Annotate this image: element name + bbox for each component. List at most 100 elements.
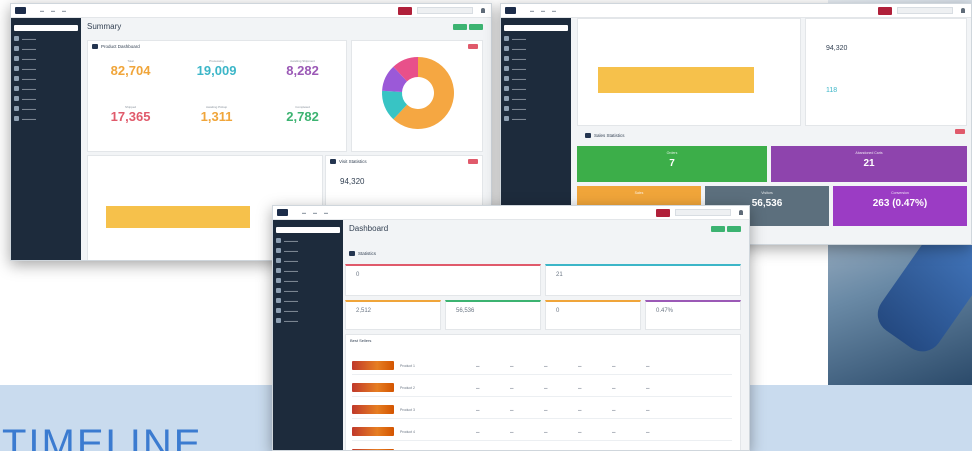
sidebar-item[interactable]: ▬▬▬▬ — [504, 66, 568, 71]
sidebar-item-label: ▬▬▬▬ — [512, 76, 526, 81]
sidebar-item[interactable]: ▬▬▬▬ — [14, 56, 78, 61]
stat-card[interactable]: 0 — [345, 264, 541, 296]
logo[interactable] — [277, 209, 288, 216]
sidebar-item[interactable]: ▬▬▬▬ — [14, 116, 78, 121]
user-menu[interactable] — [481, 8, 485, 13]
panel-header: Product Dashboard — [88, 41, 346, 52]
store-selector[interactable] — [417, 7, 473, 14]
store-select[interactable] — [14, 25, 78, 31]
sales-tile[interactable]: Orders 7 — [577, 146, 767, 182]
table-cell: ▬ — [646, 385, 650, 390]
nav-item[interactable]: ▬ — [40, 8, 44, 13]
main-content: Dashboard Statistics 0 21 2,512 56,536 0 0.47… — [343, 220, 749, 450]
sales-tile[interactable]: Abandoned Carts 21 — [771, 146, 967, 182]
stat-card[interactable]: 21 — [545, 264, 741, 296]
sidebar-item[interactable]: ▬▬▬▬ — [276, 268, 340, 273]
table-cell: ▬ — [612, 385, 616, 390]
sidebar-item[interactable]: ▬▬▬▬ — [504, 76, 568, 81]
sidebar-item[interactable]: ▬▬▬▬ — [276, 288, 340, 293]
panel-button[interactable] — [468, 159, 478, 164]
sidebar-item[interactable]: ▬▬▬▬ — [14, 106, 78, 111]
menu-icon — [14, 86, 19, 91]
list-title: Best Sellers — [350, 338, 372, 343]
sidebar-item[interactable]: ▬▬▬▬ — [276, 278, 340, 283]
flag-icon[interactable] — [656, 208, 670, 217]
table-cell: ▬ — [544, 363, 548, 368]
sidebar-item[interactable]: ▬▬▬▬ — [276, 248, 340, 253]
menu-icon — [276, 318, 281, 323]
sidebar-item[interactable]: ▬▬▬▬ — [276, 308, 340, 313]
table-cell: ▬ — [544, 429, 548, 434]
sidebar-item[interactable]: ▬▬▬▬ — [14, 36, 78, 41]
sidebar-item[interactable]: ▬▬▬▬ — [504, 96, 568, 101]
nav-item[interactable]: ▬ — [313, 210, 317, 215]
menu-icon — [14, 116, 19, 121]
sidebar-item[interactable]: ▬▬▬▬ — [276, 318, 340, 323]
flag-icon[interactable] — [398, 6, 412, 15]
table-row[interactable]: Product 3 ▬ ▬ ▬ ▬ ▬ ▬ — [352, 401, 732, 419]
table-row[interactable]: Product 2 ▬ ▬ ▬ ▬ ▬ ▬ — [352, 379, 732, 397]
stat-card[interactable]: 56,536 — [445, 300, 541, 330]
sidebar-item[interactable]: ▬▬▬▬ — [14, 86, 78, 91]
sales-tile[interactable]: Conversion 263 (0.47%) — [833, 186, 967, 226]
sidebar-item[interactable]: ▬▬▬▬ — [504, 106, 568, 111]
tile-label: Conversion — [891, 191, 909, 195]
flag-icon[interactable] — [878, 6, 892, 15]
user-menu[interactable] — [961, 8, 965, 13]
stat-card[interactable]: 2,512 — [345, 300, 441, 330]
user-menu[interactable] — [739, 210, 743, 215]
kpi-card[interactable]: Completed 2,782 — [260, 105, 345, 124]
sidebar-item[interactable]: ▬▬▬▬ — [504, 116, 568, 121]
sidebar-item[interactable]: ▬▬▬▬ — [14, 76, 78, 81]
sidebar-item[interactable]: ▬▬▬▬ — [276, 258, 340, 263]
sidebar-item-label: ▬▬▬▬ — [22, 46, 36, 51]
sidebar-item[interactable]: ▬▬▬▬ — [14, 66, 78, 71]
store-select[interactable] — [276, 227, 340, 233]
table-row[interactable]: Product 4 ▬ ▬ ▬ ▬ ▬ ▬ — [352, 423, 732, 441]
store-select[interactable] — [504, 25, 568, 31]
nav-item[interactable]: ▬ — [530, 8, 534, 13]
kpi-card[interactable]: Shipped 17,365 — [88, 105, 173, 124]
action-button[interactable] — [453, 24, 467, 30]
stat-card[interactable]: 0.47% — [645, 300, 741, 330]
nav-item[interactable]: ▬ — [324, 210, 328, 215]
sidebar-item[interactable]: ▬▬▬▬ — [14, 46, 78, 51]
sidebar-item[interactable]: ▬▬▬▬ — [276, 238, 340, 243]
user-icon — [739, 210, 743, 215]
panel-button[interactable] — [955, 129, 965, 134]
logo-icon — [277, 209, 288, 216]
logo[interactable] — [15, 7, 26, 14]
panel-title: Sales Statistics — [594, 133, 625, 138]
table-row[interactable]: Product 5▬▬▬▬▬▬ — [352, 445, 732, 450]
action-button[interactable] — [727, 226, 741, 232]
nav-item[interactable]: ▬ — [302, 210, 306, 215]
kpi-card[interactable]: Awaiting Pickup 1,311 — [174, 105, 259, 124]
panel-button[interactable] — [468, 44, 478, 49]
sidebar-item-label: ▬▬▬▬ — [22, 36, 36, 41]
action-button[interactable] — [711, 226, 725, 232]
table-cell: ▬ — [544, 407, 548, 412]
nav-item[interactable]: ▬ — [51, 8, 55, 13]
sidebar-item[interactable]: ▬▬▬▬ — [14, 96, 78, 101]
kpi-card[interactable]: Awaiting Shipment 8,282 — [260, 59, 345, 78]
logo[interactable] — [505, 7, 516, 14]
kpi-card[interactable]: Total 82,704 — [88, 59, 173, 78]
sidebar-item[interactable]: ▬▬▬▬ — [504, 36, 568, 41]
sidebar-item[interactable]: ▬▬▬▬ — [504, 46, 568, 51]
sidebar-item[interactable]: ▬▬▬▬ — [276, 298, 340, 303]
kpi-card[interactable]: Processing 19,009 — [174, 59, 259, 78]
table-row[interactable]: Product 1 ▬ ▬ ▬ ▬ ▬ ▬ — [352, 357, 732, 375]
nav-item[interactable]: ▬ — [62, 8, 66, 13]
stat-card[interactable]: 0 — [545, 300, 641, 330]
sidebar-item[interactable]: ▬▬▬▬ — [504, 56, 568, 61]
menu-icon — [276, 238, 281, 243]
store-selector[interactable] — [675, 209, 731, 216]
menu-icon — [276, 268, 281, 273]
sidebar-item[interactable]: ▬▬▬▬ — [504, 86, 568, 91]
store-selector[interactable] — [897, 7, 953, 14]
nav-item[interactable]: ▬ — [541, 8, 545, 13]
action-button[interactable] — [469, 24, 483, 30]
menu-icon — [14, 106, 19, 111]
nav-item[interactable]: ▬ — [552, 8, 556, 13]
stat-value: 0.47% — [656, 308, 674, 314]
